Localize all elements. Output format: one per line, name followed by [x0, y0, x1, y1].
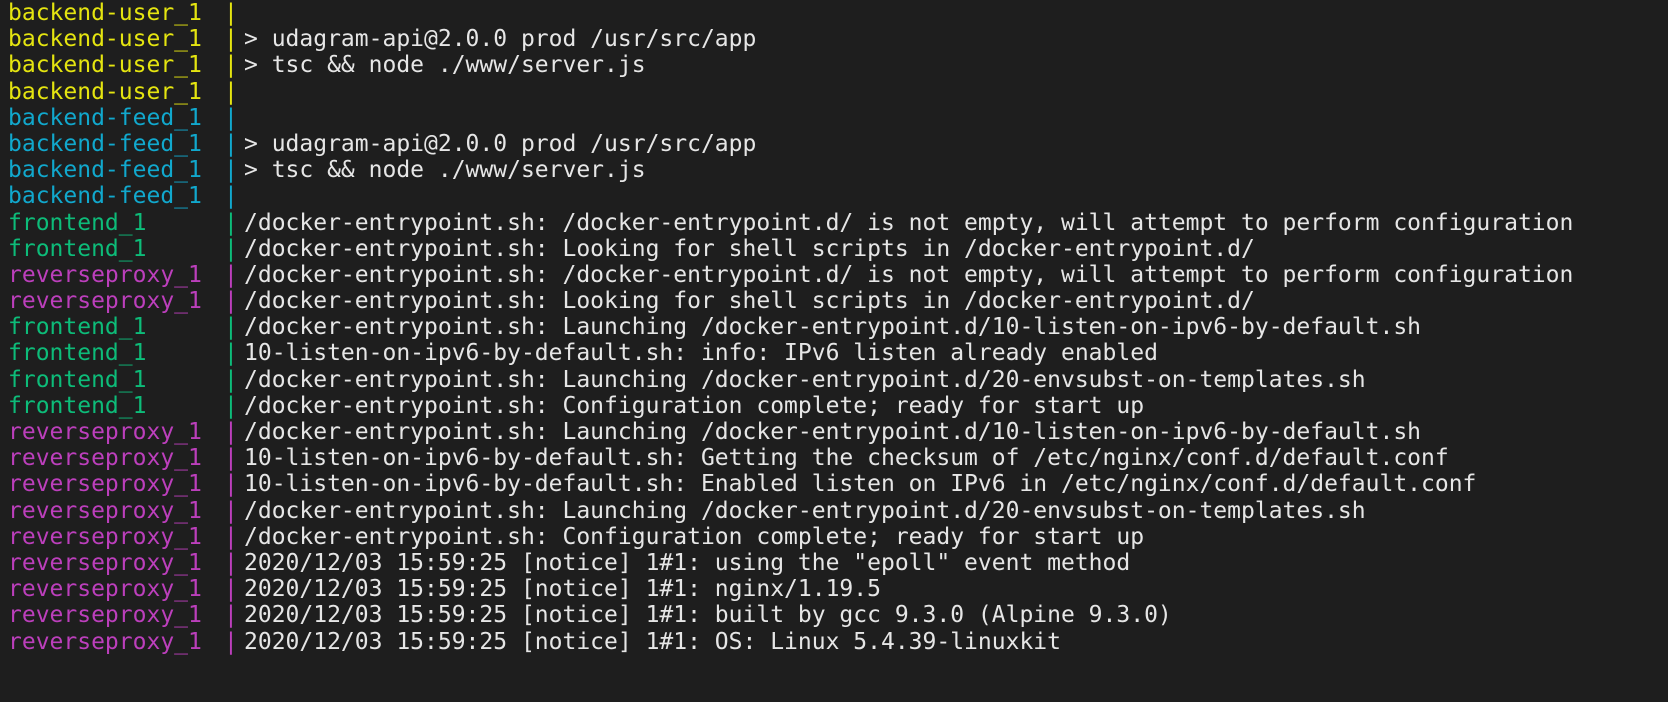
service-name: backend-user_1	[8, 78, 202, 105]
log-message: /docker-entrypoint.sh: Launching /docker…	[244, 366, 1366, 393]
log-line: reverseproxy_1 | 2020/12/03 15:59:25 [noti…	[8, 576, 1668, 602]
service-name: backend-feed_1	[8, 104, 202, 131]
service-name: backend-user_1	[8, 0, 202, 26]
separator: |	[224, 157, 238, 184]
log-line: frontend_1 | 10-listen-on-ipv6-by-default.…	[8, 340, 1668, 366]
separator: |	[224, 261, 238, 288]
separator: |	[224, 576, 238, 603]
log-message: > tsc && node ./www/server.js	[244, 157, 646, 184]
service-name: reverseproxy_1	[8, 471, 202, 498]
log-message: 2020/12/03 15:59:25 [notice] 1#1: nginx/…	[244, 576, 881, 603]
log-message: /docker-entrypoint.sh: /docker-entrypoin…	[244, 209, 1574, 236]
log-message: > udagram-api@2.0.0 prod /usr/src/app	[244, 26, 757, 53]
separator: |	[224, 52, 238, 79]
separator: |	[224, 628, 238, 655]
separator: |	[224, 209, 238, 236]
log-message: /docker-entrypoint.sh: Looking for shell…	[244, 288, 1255, 315]
service-name: reverseproxy_1	[8, 261, 202, 288]
log-message: /docker-entrypoint.sh: /docker-entrypoin…	[244, 261, 1574, 288]
service-name: backend-user_1	[8, 26, 202, 53]
separator: |	[224, 288, 238, 315]
log-message: 2020/12/03 15:59:25 [notice] 1#1: using …	[244, 549, 1131, 576]
log-line: reverseproxy_1 |/docker-entrypoint.sh: La…	[8, 498, 1668, 524]
service-name: reverseproxy_1	[8, 523, 202, 550]
separator: |	[224, 340, 238, 367]
separator: |	[224, 78, 238, 105]
service-name: backend-feed_1	[8, 130, 202, 157]
log-line: reverseproxy_1 | 10-listen-on-ipv6-by-defa…	[8, 445, 1668, 471]
service-name: reverseproxy_1	[8, 445, 202, 472]
service-name: reverseproxy_1	[8, 628, 202, 655]
service-name: frontend_1	[8, 314, 147, 341]
log-message: /docker-entrypoint.sh: Configuration com…	[244, 523, 1145, 550]
service-name: frontend_1	[8, 392, 147, 419]
log-message: /docker-entrypoint.sh: Configuration com…	[244, 392, 1145, 419]
log-line: backend-user_1 |	[8, 0, 1668, 26]
service-name: reverseproxy_1	[8, 576, 202, 603]
log-line: backend-user_1 | > tsc && node ./www/serve…	[8, 52, 1668, 78]
separator: |	[224, 497, 238, 524]
log-line: reverseproxy_1 | 2020/12/03 15:59:25 [noti…	[8, 629, 1668, 655]
log-line: backend-feed_1 |	[8, 183, 1668, 209]
log-message: 2020/12/03 15:59:25 [notice] 1#1: built …	[244, 602, 1172, 629]
log-message: /docker-entrypoint.sh: Launching /docker…	[244, 497, 1366, 524]
log-line: reverseproxy_1 | 2020/12/03 15:59:25 [noti…	[8, 550, 1668, 576]
log-line: backend-feed_1 | > udagram-api@2.0.0 prod …	[8, 131, 1668, 157]
log-line: reverseproxy_1 |/docker-entrypoint.sh: La…	[8, 419, 1668, 445]
service-name: frontend_1	[8, 340, 147, 367]
separator: |	[224, 419, 238, 445]
log-line: frontend_1 |/docker-entrypoint.sh: Launch…	[8, 367, 1668, 393]
log-line: frontend_1 |/docker-entrypoint.sh: Launch…	[8, 314, 1668, 340]
service-name: reverseproxy_1	[8, 497, 202, 524]
terminal-output[interactable]: backend-user_1 | backend-user_1 | > udagram-…	[0, 0, 1668, 702]
log-line: frontend_1 |/docker-entrypoint.sh: /docke…	[8, 210, 1668, 236]
separator: |	[224, 314, 238, 341]
log-message: 10-listen-on-ipv6-by-default.sh: Getting…	[244, 445, 1449, 472]
separator: |	[224, 471, 238, 498]
log-message: > udagram-api@2.0.0 prod /usr/src/app	[244, 130, 757, 157]
log-message: 10-listen-on-ipv6-by-default.sh: info: I…	[244, 340, 1158, 367]
service-name: backend-feed_1	[8, 183, 202, 210]
log-line: frontend_1 |/docker-entrypoint.sh: Lookin…	[8, 236, 1668, 262]
separator: |	[224, 130, 238, 157]
separator: |	[224, 183, 238, 210]
log-line: backend-user_1 | > udagram-api@2.0.0 prod …	[8, 26, 1668, 52]
log-line: backend-feed_1 |	[8, 105, 1668, 131]
separator: |	[224, 392, 238, 419]
service-name: frontend_1	[8, 209, 147, 236]
separator: |	[224, 104, 238, 131]
separator: |	[224, 0, 238, 26]
log-message: /docker-entrypoint.sh: Looking for shell…	[244, 235, 1255, 262]
service-name: frontend_1	[8, 366, 147, 393]
log-line: reverseproxy_1 |/docker-entrypoint.sh: /d…	[8, 262, 1668, 288]
service-name: frontend_1	[8, 235, 147, 262]
service-name: reverseproxy_1	[8, 419, 202, 445]
log-message: /docker-entrypoint.sh: Launching /docker…	[244, 419, 1422, 445]
separator: |	[224, 235, 238, 262]
log-message: /docker-entrypoint.sh: Launching /docker…	[244, 314, 1422, 341]
log-line: reverseproxy_1 | 2020/12/03 15:59:25 [noti…	[8, 602, 1668, 628]
service-name: reverseproxy_1	[8, 288, 202, 315]
service-name: reverseproxy_1	[8, 549, 202, 576]
separator: |	[224, 523, 238, 550]
service-name: backend-user_1	[8, 52, 202, 79]
log-line: backend-feed_1 | > tsc && node ./www/serve…	[8, 157, 1668, 183]
separator: |	[224, 602, 238, 629]
separator: |	[224, 366, 238, 393]
log-line: reverseproxy_1 |/docker-entrypoint.sh: Co…	[8, 524, 1668, 550]
log-line: reverseproxy_1 | 10-listen-on-ipv6-by-defa…	[8, 471, 1668, 497]
log-message: > tsc && node ./www/server.js	[244, 52, 646, 79]
separator: |	[224, 26, 238, 53]
separator: |	[224, 445, 238, 472]
log-line: reverseproxy_1 |/docker-entrypoint.sh: Lo…	[8, 288, 1668, 314]
log-message: 10-listen-on-ipv6-by-default.sh: Enabled…	[244, 471, 1477, 498]
service-name: backend-feed_1	[8, 157, 202, 184]
log-message: 2020/12/03 15:59:25 [notice] 1#1: OS: Li…	[244, 628, 1061, 655]
service-name: reverseproxy_1	[8, 602, 202, 629]
log-line: backend-user_1 |	[8, 79, 1668, 105]
separator: |	[224, 549, 238, 576]
log-line: frontend_1 |/docker-entrypoint.sh: Config…	[8, 393, 1668, 419]
